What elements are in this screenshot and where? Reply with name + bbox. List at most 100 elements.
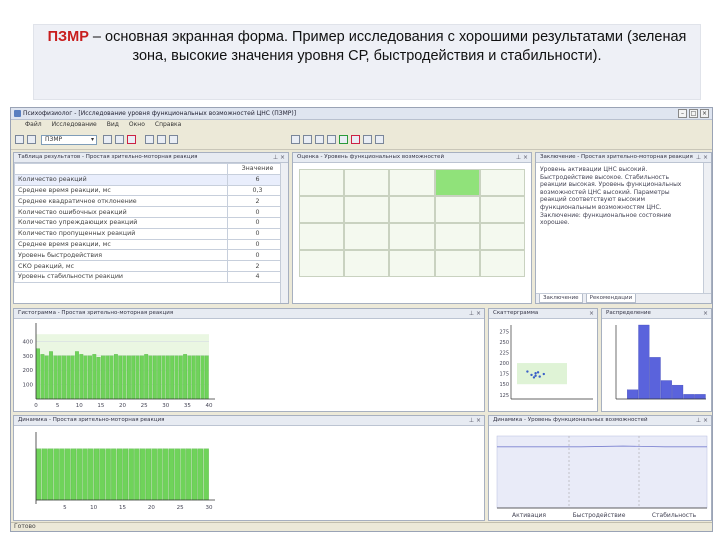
dynamics-bar [99, 448, 105, 501]
dynamics-xtick-label: 10 [90, 505, 97, 511]
panel-pin-icon[interactable]: ⊥ × [469, 309, 481, 318]
settings-icon[interactable] [169, 135, 178, 144]
histogram-bar [83, 355, 88, 400]
histogram-bar [88, 355, 92, 400]
dynamics-bar [111, 448, 117, 501]
table-row[interactable]: СКО реакций, мс 2 [14, 260, 288, 272]
tab-recommendations[interactable]: Рекомендации [585, 294, 637, 303]
panel-pin-icon[interactable]: ⊥ × [273, 153, 285, 162]
table-row[interactable]: Уровень быстродействия 0 [14, 249, 288, 262]
histogram-bar [101, 355, 105, 400]
close-button[interactable]: × [700, 109, 709, 118]
histogram-bar [157, 355, 162, 400]
dynamics-xtick-label: 5 [63, 505, 67, 511]
row-label: Количество реакций [14, 173, 228, 186]
tab-conclusion[interactable]: Заключение [539, 294, 583, 303]
scatter-ytick-label: 200 [499, 361, 509, 367]
status-bar: Готово [11, 522, 712, 531]
dynamics-xtick-label: 30 [206, 505, 213, 511]
zone-panel: Оценка - Уровень функциональных возможно… [292, 152, 532, 304]
panel-pin-icon[interactable]: ⊥ × [516, 153, 528, 162]
conclusion-scrollbar[interactable] [703, 163, 711, 295]
panel-pin-icon[interactable]: × [703, 309, 708, 318]
results-scrollbar[interactable] [280, 163, 288, 303]
app-icon [14, 110, 21, 117]
distribution-bar [649, 357, 661, 400]
scatter-point [542, 372, 545, 376]
conclusion-panel-header: Заключение - Простая зрительно-моторная … [536, 153, 711, 163]
row-value: 0 [227, 249, 288, 262]
new-icon[interactable] [15, 135, 24, 144]
print-icon[interactable] [145, 135, 154, 144]
dynamics-bar [88, 448, 94, 501]
table-row[interactable]: Среднее время реакции, мс 0 [14, 238, 288, 251]
panel-pin-icon[interactable]: ⊥ × [696, 153, 708, 162]
title-bar: Психофизиолог - [Исследование уровня фун… [11, 108, 712, 120]
histogram-bar [187, 355, 192, 400]
panel-pin-icon[interactable]: × [589, 309, 594, 318]
table-header-empty [14, 163, 228, 175]
zone-cell [389, 250, 435, 277]
panel-pin-icon[interactable]: ⊥ × [696, 416, 708, 425]
start-icon[interactable] [103, 135, 112, 144]
edit-icon[interactable] [327, 135, 336, 144]
list-icon[interactable] [363, 135, 372, 144]
export-icon[interactable] [315, 135, 324, 144]
row-value: 0 [227, 206, 288, 218]
maximize-button[interactable]: □ [689, 109, 698, 118]
menu-file[interactable]: Файл [25, 121, 42, 131]
menu-view[interactable]: Вид [107, 121, 119, 131]
dynamics-bar [42, 448, 48, 501]
window-title: Психофизиолог - [Исследование уровня фун… [23, 110, 297, 117]
histogram-xtick-label: 15 [97, 403, 104, 409]
panel-pin-icon[interactable]: ⊥ × [469, 416, 481, 425]
row-value: 2 [227, 195, 288, 208]
slide-caption: ПЗМР – основная экранная форма. Пример и… [33, 24, 701, 100]
histogram-bar [165, 355, 170, 400]
table-header-row: Значение [14, 163, 288, 175]
table-row[interactable]: Количество реакций 6 [14, 173, 288, 186]
window-controls: – □ × [678, 109, 709, 118]
zone-cell [299, 223, 345, 250]
menu-study[interactable]: Исследование [52, 121, 97, 131]
window-tile-icon[interactable] [291, 135, 300, 144]
scatter-chart: 125 150 175 200 225 250 275 [499, 325, 593, 400]
help-icon[interactable] [375, 135, 384, 144]
open-icon[interactable] [27, 135, 36, 144]
row-value: 0,3 [227, 184, 288, 197]
save-icon[interactable] [303, 135, 312, 144]
stop-icon[interactable] [115, 135, 124, 144]
menu-help[interactable]: Справка [155, 121, 181, 131]
zone-cell [389, 223, 435, 250]
check-icon[interactable] [339, 135, 348, 144]
table-row[interactable]: Количество пропущенных реакций 0 [14, 227, 288, 240]
dynamics-bar [151, 448, 157, 501]
table-row[interactable]: Количество упреждающих реакций 0 [14, 216, 288, 229]
histogram-xtick-label: 40 [206, 403, 213, 409]
scatter-point [538, 375, 541, 378]
table-row[interactable]: Уровень стабильности реакции 4 [14, 270, 288, 283]
delete-icon[interactable] [127, 135, 136, 144]
dynamics-bar [168, 448, 175, 501]
table-row[interactable]: Среднее время реакции, мс 0,3 [14, 184, 288, 197]
minimize-button[interactable]: – [678, 109, 687, 118]
zone-panel-title: Оценка - Уровень функциональных возможно… [297, 154, 445, 160]
scatter-point [534, 372, 537, 375]
table-row[interactable]: Количество ошибочных реакций 0 [14, 206, 288, 218]
zone-panel-header: Оценка - Уровень функциональных возможно… [293, 153, 531, 163]
chart-icon[interactable] [157, 135, 166, 144]
flag-icon[interactable] [351, 135, 360, 144]
scatter-panel: Скаттерграмма × 125 150 175 200 225 250 275 [488, 308, 598, 412]
menu-window[interactable]: Окно [129, 121, 145, 131]
row-label: Количество пропущенных реакций [14, 227, 228, 240]
app-window: Психофизиолог - [Исследование уровня фун… [10, 107, 713, 532]
table-row[interactable]: Среднее квадратичное отклонение 2 [14, 195, 288, 208]
histogram-zone [36, 334, 209, 399]
histogram-bar [62, 355, 66, 400]
test-select[interactable]: ПЗМР ▾ [41, 135, 97, 145]
histogram-bar [178, 355, 183, 400]
test-select-value: ПЗМР [45, 136, 63, 143]
zone-cell [344, 169, 390, 196]
dynamics-xtick-label: 20 [148, 505, 155, 511]
histogram-bar [135, 355, 140, 400]
